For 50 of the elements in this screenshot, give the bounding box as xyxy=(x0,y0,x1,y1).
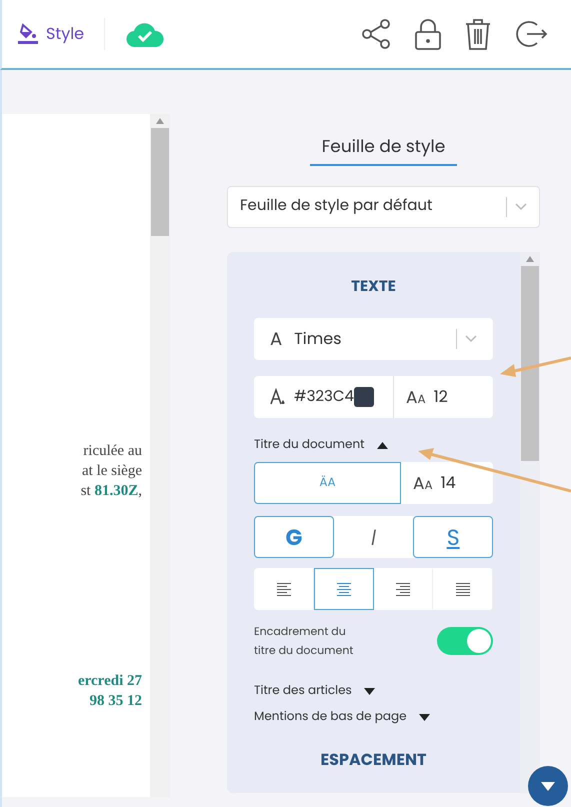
align-right-icon xyxy=(396,582,410,596)
paint-bucket-icon xyxy=(18,23,38,45)
align-button[interactable] xyxy=(314,568,374,610)
caret-down-icon xyxy=(541,782,555,790)
caret-down-icon xyxy=(418,714,430,720)
share-icon[interactable] xyxy=(361,18,391,50)
format-button[interactable]: S xyxy=(413,516,494,558)
font-size-icon: AA xyxy=(406,388,426,406)
font-size-field[interactable]: AA 14 xyxy=(401,462,493,504)
align-left-icon xyxy=(276,582,291,596)
caret-up-icon xyxy=(376,442,388,448)
format-button[interactable]: I xyxy=(334,516,414,558)
stylesheet-select[interactable]: Feuille de style par défaut xyxy=(227,186,540,228)
font-size-field[interactable]: AA 12 xyxy=(394,376,493,418)
group-toggle[interactable]: Titre du document xyxy=(254,436,493,454)
scroll-down-button[interactable] xyxy=(528,766,568,806)
annotation-arrow xyxy=(500,355,571,380)
document-text: at le siège xyxy=(82,462,142,481)
document-text: riculée au xyxy=(83,442,142,461)
logout-icon[interactable] xyxy=(515,18,547,50)
group-toggle[interactable]: Mentions de bas de page xyxy=(254,708,493,726)
scrollbar[interactable] xyxy=(150,114,170,797)
scrollbar[interactable] xyxy=(520,252,540,793)
text-color-icon xyxy=(270,388,286,406)
toggle-label: Encadrement du titre du document xyxy=(254,622,354,660)
document-text: 98 35 12 xyxy=(90,692,142,711)
format-button[interactable]: G xyxy=(254,516,334,558)
font-icon: A xyxy=(270,326,282,352)
chevron-down-icon xyxy=(515,202,527,210)
trash-icon[interactable] xyxy=(465,18,491,50)
document-text: ercredi 27 xyxy=(78,672,142,691)
align-center-icon xyxy=(336,582,351,596)
document-text: st 81.30Z, xyxy=(80,482,142,501)
font-select[interactable]: A Times xyxy=(254,318,493,360)
lock-icon[interactable] xyxy=(415,18,441,50)
cloud-check-icon xyxy=(125,21,166,47)
toggle-switch[interactable] xyxy=(437,627,493,655)
color-swatch[interactable] xyxy=(354,387,374,407)
align-justify-icon xyxy=(456,582,470,596)
caret-down-icon xyxy=(364,688,375,694)
chevron-down-icon xyxy=(465,335,477,343)
scrollbar-thumb[interactable] xyxy=(521,266,539,460)
color-field[interactable]: #323C4 xyxy=(254,376,394,418)
group-toggle[interactable]: Titre des articles xyxy=(254,682,493,700)
scrollbar-thumb[interactable] xyxy=(151,128,169,236)
section-title: ESPACEMENT xyxy=(320,748,426,772)
style-tab[interactable]: Style xyxy=(18,22,84,46)
section-title: TEXTE xyxy=(351,276,396,298)
font-size-icon: AA xyxy=(413,474,433,492)
panel-title: Feuille de style xyxy=(310,134,458,166)
